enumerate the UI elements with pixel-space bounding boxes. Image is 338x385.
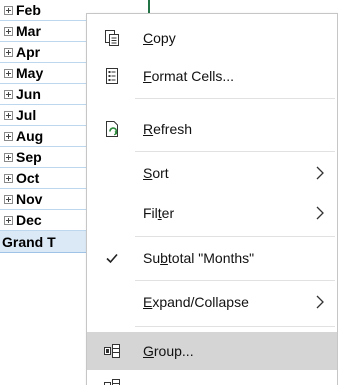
expand-icon[interactable] — [4, 110, 13, 120]
pivot-row-dec[interactable]: Dec — [0, 210, 100, 231]
expand-icon[interactable] — [4, 131, 13, 141]
expand-icon[interactable] — [4, 173, 13, 183]
pivot-row-oct[interactable]: Oct — [0, 168, 100, 189]
menu-item-filter[interactable]: Filter — [87, 195, 337, 231]
menu-item-copy[interactable]: Copy — [87, 20, 337, 56]
row-label: Jun — [16, 86, 41, 102]
menu-separator — [135, 236, 335, 237]
menu-item-label: Group... — [143, 343, 194, 359]
screenshot-stage: Feb Mar Apr May Jun Jul Aug Sep Oct Nov … — [0, 0, 338, 385]
menu-item-label: Expand/Collapse — [143, 294, 249, 310]
pivot-row-sep[interactable]: Sep — [0, 147, 100, 168]
menu-item-format-cells[interactable]: Format Cells... — [87, 58, 337, 94]
row-label: Mar — [16, 23, 41, 39]
menu-item-label: Sort — [143, 165, 169, 181]
menu-item-subtotal-months[interactable]: Subtotal "Months" — [87, 240, 337, 276]
pivot-row-aug[interactable]: Aug — [0, 126, 100, 147]
menu-separator — [135, 280, 335, 281]
row-label: Oct — [16, 170, 40, 186]
context-menu: Copy Format Cells... Refresh Sort Filter… — [86, 13, 338, 385]
grand-total-label: Grand T — [2, 233, 56, 250]
menu-separator — [135, 151, 335, 152]
pivot-row-nov[interactable]: Nov — [0, 189, 100, 210]
row-label: Sep — [16, 149, 42, 165]
format-cells-icon — [102, 66, 122, 86]
row-label: Dec — [16, 212, 42, 228]
expand-icon[interactable] — [4, 26, 13, 36]
row-label: Feb — [16, 2, 41, 18]
menu-item-label: Copy — [143, 30, 176, 46]
expand-icon[interactable] — [4, 47, 13, 57]
pivot-row-grand-total[interactable]: Grand T — [0, 231, 100, 253]
pivot-row-feb[interactable]: Feb — [0, 0, 100, 21]
menu-item-expand-collapse[interactable]: Expand/Collapse — [87, 284, 337, 320]
row-label: Aug — [16, 128, 44, 144]
menu-item-label: Refresh — [143, 121, 193, 137]
copy-icon — [102, 28, 122, 48]
chevron-right-icon — [315, 206, 325, 220]
menu-item-label: Filter — [143, 205, 175, 221]
expand-icon[interactable] — [4, 152, 13, 162]
menu-separator — [135, 326, 335, 327]
menu-separator — [135, 98, 335, 99]
group-icon — [102, 341, 122, 361]
row-label: May — [16, 65, 44, 81]
pivot-row-jul[interactable]: Jul — [0, 105, 100, 126]
menu-item-group[interactable]: Group... — [87, 332, 337, 370]
menu-item-label: Format Cells... — [143, 68, 235, 84]
checkmark-icon — [102, 248, 122, 268]
chevron-right-icon — [315, 166, 325, 180]
refresh-icon — [102, 119, 122, 139]
pivot-row-jun[interactable]: Jun — [0, 84, 100, 105]
pivot-row-mar[interactable]: Mar — [0, 21, 100, 42]
expand-icon[interactable] — [4, 68, 13, 78]
expand-icon[interactable] — [4, 194, 13, 204]
row-label: Jul — [16, 107, 37, 123]
menu-item-label: Subtotal "Months" — [143, 250, 255, 266]
menu-item-refresh[interactable]: Refresh — [87, 111, 337, 147]
row-label: Nov — [16, 191, 43, 207]
menu-item-ungroup[interactable] — [87, 372, 337, 385]
pivot-row-apr[interactable]: Apr — [0, 42, 100, 63]
expand-icon[interactable] — [4, 215, 13, 225]
chevron-right-icon — [315, 295, 325, 309]
pivot-row-may[interactable]: May — [0, 63, 100, 84]
menu-item-sort[interactable]: Sort — [87, 155, 337, 191]
expand-icon[interactable] — [4, 89, 13, 99]
ungroup-icon — [102, 376, 122, 385]
expand-icon[interactable] — [4, 5, 13, 15]
row-label: Apr — [16, 44, 41, 60]
